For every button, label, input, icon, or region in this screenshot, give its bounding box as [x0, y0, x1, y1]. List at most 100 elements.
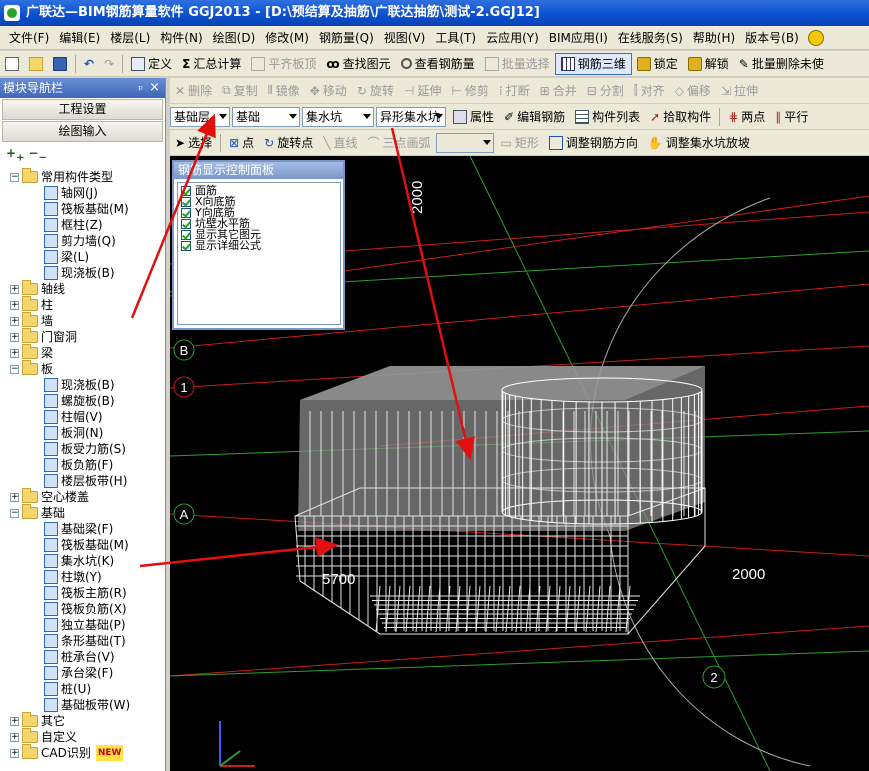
open-file-button[interactable] [24, 53, 48, 75]
tree-item[interactable]: 梁(L) [44, 249, 89, 265]
arc-button[interactable]: ⌒ 三点画弧 [362, 132, 435, 154]
split-button[interactable]: ⊟ 分割 [582, 80, 629, 102]
element-select[interactable]: 异形集水坑 [376, 106, 446, 127]
menu-element[interactable]: 构件(N) [155, 29, 207, 46]
menu-online-service[interactable]: 在线服务(S) [613, 29, 688, 46]
menu-draw[interactable]: 绘图(D) [208, 29, 261, 46]
close-icon[interactable]: × [149, 78, 160, 98]
collapse-icon[interactable]: − [10, 364, 19, 374]
tree-folder[interactable]: − 常用构件类型 [10, 168, 113, 185]
category-select[interactable]: 基础 [232, 106, 300, 127]
save-button[interactable] [48, 53, 72, 75]
align-slab-top-button[interactable]: 平齐板顶 [246, 53, 321, 75]
tree-item[interactable]: 承台梁(F) [44, 665, 113, 681]
smiley-help-icon[interactable] [807, 29, 824, 46]
rect-button[interactable]: ▭ 矩形 [496, 132, 544, 154]
rotate-point-button[interactable]: ↻ 旋转点 [259, 132, 318, 154]
point-button[interactable]: ⊠ 点 [224, 132, 259, 154]
lock-button[interactable]: 锁定 [632, 53, 683, 75]
tree-item[interactable]: 条形基础(T) [44, 633, 126, 649]
rotate-button[interactable]: ↻ 旋转 [352, 80, 399, 102]
tree-item[interactable]: 柱墩(Y) [44, 569, 102, 585]
expand-icon[interactable]: + [10, 716, 19, 726]
menu-edit[interactable]: 编辑(E) [54, 29, 105, 46]
expand-all-icon[interactable]: ++ [6, 146, 24, 163]
properties-button[interactable]: 属性 [448, 106, 499, 128]
type-select[interactable]: 集水坑 [302, 106, 374, 127]
new-file-button[interactable] [0, 53, 24, 75]
expand-icon[interactable]: + [10, 284, 19, 294]
rebar-option[interactable]: 显示详细公式 [181, 240, 337, 251]
line-button[interactable]: ╲ 直线 [318, 132, 362, 154]
tree-item[interactable]: 螺旋板(B) [44, 393, 115, 409]
tree-item[interactable]: 板负筋(F) [44, 457, 113, 473]
copy-button[interactable]: ⧉ 复制 [217, 80, 263, 102]
expand-icon[interactable]: + [10, 492, 19, 502]
adjust-rebar-direction-button[interactable]: 调整钢筋方向 [544, 132, 643, 154]
collapse-icon[interactable]: − [10, 172, 19, 182]
tree-item[interactable]: 剪力墙(Q) [44, 233, 116, 249]
tree-folder[interactable]: + 轴线 [10, 280, 65, 297]
menu-help[interactable]: 帮助(H) [688, 29, 740, 46]
pin-icon[interactable]: ᵖ [138, 80, 143, 100]
tree-item[interactable]: 筏板负筋(X) [44, 601, 127, 617]
move-button[interactable]: ✥ 移动 [305, 80, 352, 102]
checkbox[interactable] [181, 240, 191, 251]
redo-button[interactable]: ↷ [99, 53, 119, 75]
drawing-input-button[interactable]: 绘图输入 [2, 121, 163, 142]
tree-item[interactable]: 板洞(N) [44, 425, 103, 441]
menu-rebar-quantity[interactable]: 钢筋量(Q) [314, 29, 379, 46]
tree-folder[interactable]: + CAD识别 NEW [10, 744, 124, 761]
batch-delete-unused-button[interactable]: ✎ 批量删除未使 [734, 53, 829, 75]
menu-file[interactable]: 文件(F) [4, 29, 54, 46]
tree-item[interactable]: 独立基础(P) [44, 617, 126, 633]
tree-item[interactable]: 板受力筋(S) [44, 441, 126, 457]
tree-item[interactable]: 集水坑(K) [44, 553, 114, 569]
tree-item[interactable]: 桩承台(V) [44, 649, 115, 665]
floor-select[interactable]: 基础层 [170, 106, 230, 127]
tree-folder[interactable]: + 自定义 [10, 728, 77, 745]
project-settings-button[interactable]: 工程设置 [2, 99, 163, 120]
find-element-button[interactable]: ꝏ 查找图元 [321, 53, 395, 75]
menu-floor[interactable]: 楼层(L) [105, 29, 155, 46]
stretch-button[interactable]: ⇲ 拉伸 [716, 80, 763, 102]
tree-item[interactable]: 框柱(Z) [44, 217, 103, 233]
parallel-button[interactable]: ∥ 平行 [770, 106, 813, 128]
checkbox[interactable] [181, 229, 191, 240]
view-rebar-quantity-button[interactable]: 查看钢筋量 [396, 53, 480, 75]
undo-button[interactable]: ↶ [79, 53, 99, 75]
menu-tools[interactable]: 工具(T) [430, 29, 481, 46]
tree-item[interactable]: 轴网(J) [44, 185, 98, 201]
batch-select-button[interactable]: 批量选择 [480, 53, 555, 75]
expand-icon[interactable]: + [10, 348, 19, 358]
checkbox[interactable] [181, 196, 191, 207]
expand-icon[interactable]: + [10, 732, 19, 742]
expand-icon[interactable]: + [10, 332, 19, 342]
menu-view[interactable]: 视图(V) [379, 29, 431, 46]
summary-calc-button[interactable]: Σ 汇总计算 [177, 53, 246, 75]
rebar-3d-button[interactable]: 钢筋三维 [554, 52, 632, 75]
tree-item[interactable]: 基础梁(F) [44, 521, 113, 537]
break-button[interactable]: ⁞ 打断 [494, 80, 535, 102]
tree-item[interactable]: 楼层板带(H) [44, 473, 127, 489]
two-points-button[interactable]: ⋕ 两点 [723, 106, 770, 128]
tree-folder[interactable]: + 梁 [10, 344, 53, 361]
mirror-button[interactable]: ⫴ 镜像 [263, 80, 305, 102]
checkbox[interactable] [181, 218, 191, 229]
pick-element-button[interactable]: ➚ 拾取构件 [645, 106, 716, 128]
expand-icon[interactable]: + [10, 316, 19, 326]
unlock-button[interactable]: 解锁 [683, 53, 734, 75]
collapse-icon[interactable]: − [10, 508, 19, 518]
offset-button[interactable]: ◇ 偏移 [670, 80, 716, 102]
adjust-pit-slope-button[interactable]: ✋ 调整集水坑放坡 [643, 132, 755, 154]
tree-folder[interactable]: + 墙 [10, 312, 53, 329]
menu-cloud[interactable]: 云应用(Y) [481, 29, 544, 46]
merge-button[interactable]: ⊞ 合并 [535, 80, 582, 102]
menu-modify[interactable]: 修改(M) [260, 29, 314, 46]
checkbox[interactable] [181, 185, 191, 196]
edit-rebar-button[interactable]: ✐ 编辑钢筋 [499, 106, 570, 128]
tree-item[interactable]: 现浇板(B) [44, 265, 115, 281]
tree-folder[interactable]: − 板 [10, 360, 53, 377]
tree-folder[interactable]: + 柱 [10, 296, 53, 313]
expand-icon[interactable]: + [10, 748, 19, 758]
